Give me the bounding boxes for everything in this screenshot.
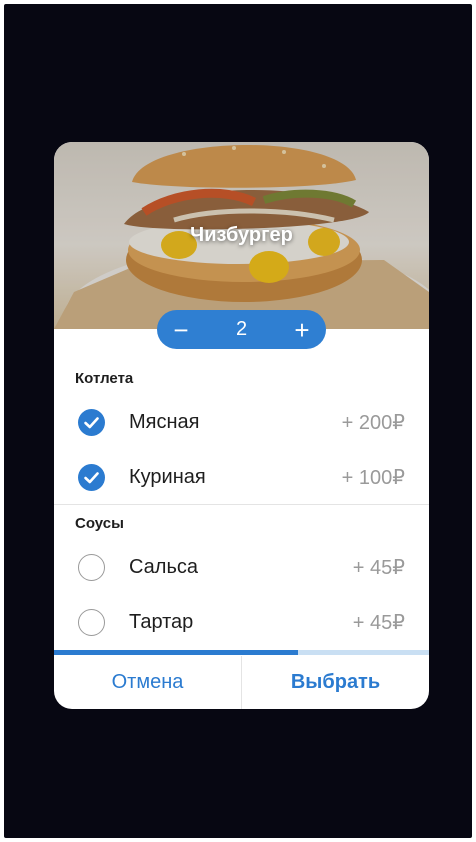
- section-divider: [54, 504, 429, 505]
- empty-circle-icon[interactable]: [78, 608, 105, 636]
- checkmark-circle-icon[interactable]: [78, 463, 105, 491]
- scroll-progress-bar: [54, 650, 429, 655]
- product-options-dialog: Чизбургер − 2 + Котлета Мясная + 200₽ Ку…: [54, 142, 429, 709]
- option-label: Мясная: [129, 410, 200, 433]
- empty-circle-icon[interactable]: [78, 553, 105, 581]
- decrement-button[interactable]: −: [167, 316, 195, 344]
- option-label: Куриная: [129, 465, 206, 488]
- option-price: + 45₽: [352, 611, 405, 634]
- select-button[interactable]: Выбрать: [242, 656, 429, 709]
- scroll-progress-fill: [54, 650, 298, 655]
- section-title-sauces: Соусы: [75, 515, 124, 532]
- checkmark-circle-icon[interactable]: [78, 408, 105, 436]
- option-row-meat[interactable]: Мясная + 200₽: [54, 395, 429, 449]
- section-title-patty: Котлета: [75, 370, 134, 387]
- option-label: Сальса: [129, 555, 199, 578]
- product-title: Чизбургер: [190, 224, 293, 246]
- option-label: Тартар: [129, 610, 194, 633]
- option-price: + 45₽: [352, 556, 405, 579]
- quantity-value: 2: [235, 318, 248, 340]
- option-price: + 100₽: [341, 466, 405, 489]
- cancel-button[interactable]: Отмена: [54, 656, 241, 709]
- option-row-tartar[interactable]: Тартар + 45₽: [54, 595, 429, 649]
- increment-button[interactable]: +: [288, 316, 316, 344]
- quantity-stepper[interactable]: − 2 +: [157, 310, 326, 349]
- screen-backdrop: Чизбургер − 2 + Котлета Мясная + 200₽ Ку…: [4, 4, 472, 838]
- option-row-salsa[interactable]: Сальса + 45₽: [54, 540, 429, 594]
- product-image: Чизбургер: [54, 142, 429, 329]
- option-price: + 200₽: [341, 411, 405, 434]
- option-row-chicken[interactable]: Куриная + 100₽: [54, 450, 429, 504]
